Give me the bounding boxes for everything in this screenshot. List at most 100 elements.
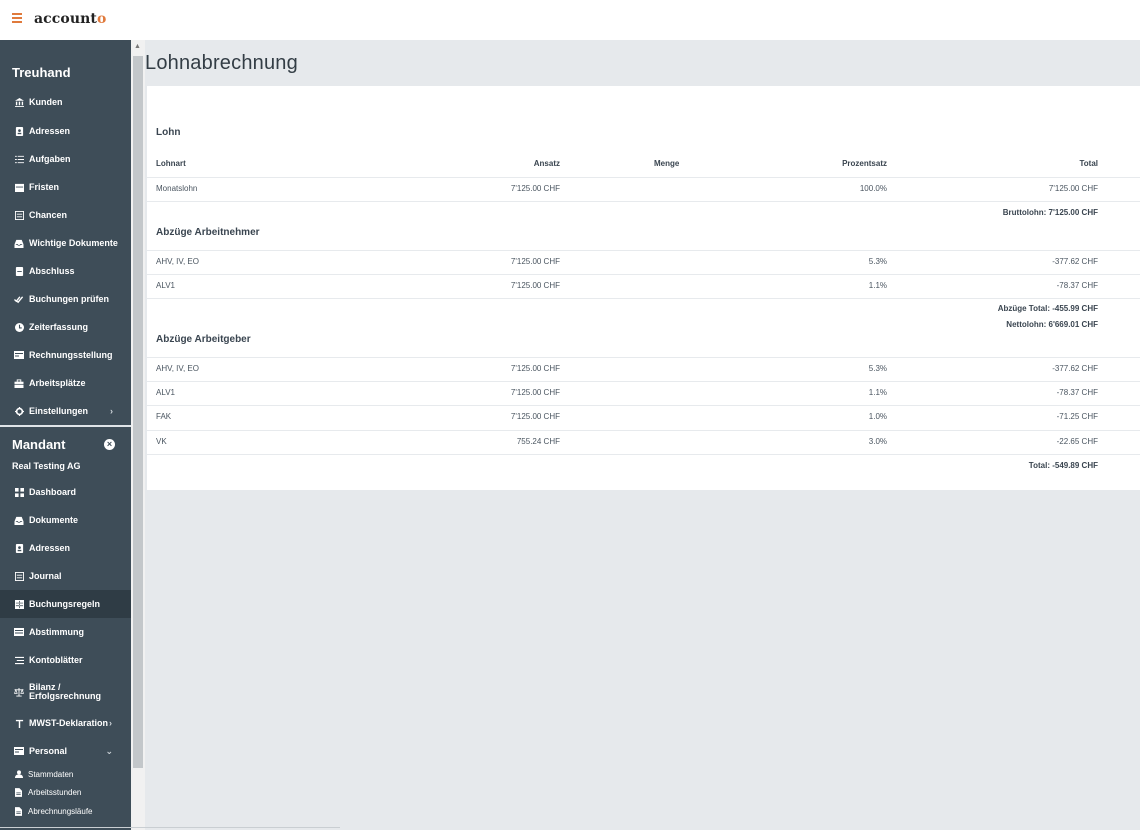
logo-text: account bbox=[34, 11, 97, 27]
cell-lohnart: ALV1 bbox=[156, 281, 175, 290]
horizontal-scrollbar[interactable] bbox=[0, 827, 340, 828]
sidebar-item-chancen[interactable]: Chancen bbox=[0, 201, 131, 229]
scroll-up-arrow-icon[interactable]: ▲ bbox=[134, 43, 141, 50]
row-divider bbox=[147, 250, 1140, 251]
cell-ansatz: 7'125.00 CHF bbox=[510, 257, 560, 266]
sidebar-item-mwst-deklaration[interactable]: MWST-Deklaration › bbox=[0, 709, 131, 737]
summary-bruttolohn: Bruttolohn: 7'125.00 CHF bbox=[1002, 208, 1098, 217]
row-divider bbox=[147, 381, 1140, 382]
sidebar-subitem-label: Abrechnungsläufe bbox=[28, 806, 93, 816]
sidebar-item-einstellungen[interactable]: Einstellungen › bbox=[0, 397, 131, 425]
column-header-lohnart: Lohnart bbox=[156, 159, 186, 168]
rules-table-icon bbox=[14, 599, 24, 609]
section-title-arbeitnehmer: Abzüge Arbeitnehmer bbox=[156, 227, 260, 238]
app-logo[interactable]: accounto bbox=[34, 11, 106, 27]
top-bar: accounto bbox=[0, 0, 1140, 40]
cell-prozentsatz: 100.0% bbox=[859, 184, 887, 193]
personnel-icon bbox=[14, 746, 24, 756]
sidebar-item-label: Journal bbox=[29, 571, 62, 581]
tax-icon bbox=[14, 718, 24, 728]
column-header-menge: Menge bbox=[654, 159, 680, 168]
sidebar-item-adressen[interactable]: Adressen bbox=[0, 117, 131, 145]
cell-lohnart: FAK bbox=[156, 412, 172, 421]
sidebar-item-journal[interactable]: Journal bbox=[0, 562, 131, 590]
cell-ansatz: 7'125.00 CHF bbox=[510, 184, 560, 193]
sidebar-item-label: Aufgaben bbox=[29, 154, 71, 164]
sidebar-item-dokumente[interactable]: Dokumente bbox=[0, 506, 131, 534]
sidebar-item-label: Arbeitsplätze bbox=[29, 378, 86, 388]
scrollbar-thumb[interactable] bbox=[133, 56, 143, 768]
archive-icon bbox=[14, 266, 24, 276]
row-divider bbox=[147, 405, 1140, 406]
column-header-prozentsatz: Prozentsatz bbox=[842, 159, 887, 168]
sidebar-item-buchungsregeln[interactable]: Buchungsregeln bbox=[0, 590, 131, 618]
sidebar-subitem-label: Stammdaten bbox=[28, 769, 74, 779]
sidebar-item-label: Chancen bbox=[29, 210, 68, 220]
sidebar-item-label: Personal bbox=[29, 746, 68, 756]
dashboard-icon bbox=[14, 487, 24, 497]
page-title: Lohnabrechnung bbox=[145, 52, 298, 74]
chevron-down-icon: ⌄ bbox=[105, 745, 113, 756]
task-list-icon bbox=[14, 154, 24, 164]
row-divider bbox=[147, 430, 1140, 431]
sidebar-item-wichtige-dokumente[interactable]: Wichtige Dokumente bbox=[0, 229, 131, 257]
sidebar-item-aufgaben[interactable]: Aufgaben bbox=[0, 145, 131, 173]
chevron-right-icon: › bbox=[110, 406, 113, 416]
sidebar-item-zeiterfassung[interactable]: Zeiterfassung bbox=[0, 313, 131, 341]
sidebar-item-label: Adressen bbox=[29, 126, 71, 136]
sidebar-subitem-abrechnungslaeufe[interactable]: Abrechnungsläufe bbox=[0, 802, 131, 820]
address-book-icon bbox=[14, 126, 24, 136]
hamburger-menu-icon[interactable] bbox=[12, 13, 22, 23]
cell-lohnart: Monatslohn bbox=[156, 184, 198, 193]
sidebar-item-arbeitsplaetze[interactable]: Arbeitsplätze bbox=[0, 369, 131, 397]
close-mandant-icon[interactable]: × bbox=[104, 439, 115, 450]
check-double-icon bbox=[14, 294, 24, 304]
inbox-icon bbox=[14, 515, 24, 525]
cell-prozentsatz: 5.3% bbox=[868, 257, 887, 266]
sidebar-item-label: Adressen bbox=[29, 543, 71, 553]
sidebar-item-kontoblaetter[interactable]: Kontoblätter bbox=[0, 646, 131, 674]
inbox-icon bbox=[14, 238, 24, 248]
row-divider bbox=[147, 298, 1140, 299]
cell-ansatz: 7'125.00 CHF bbox=[510, 364, 560, 373]
sidebar-subitem-stammdaten[interactable]: Stammdaten bbox=[0, 765, 131, 783]
cell-ansatz: 7'125.00 CHF bbox=[510, 412, 560, 421]
reconcile-icon bbox=[14, 627, 24, 637]
cell-total: 7'125.00 CHF bbox=[1048, 184, 1098, 193]
row-divider bbox=[147, 357, 1140, 358]
sidebar-item-buchungen-pruefen[interactable]: Buchungen prüfen bbox=[0, 285, 131, 313]
sidebar-item-label: Abschluss bbox=[29, 266, 75, 276]
column-header-total: Total bbox=[1079, 159, 1098, 168]
sidebar-item-personal[interactable]: Personal ⌄ bbox=[0, 737, 131, 765]
cell-prozentsatz: 1.1% bbox=[868, 281, 887, 290]
document-icon bbox=[14, 787, 23, 797]
sidebar-item-abschluss[interactable]: Abschluss bbox=[0, 257, 131, 285]
sidebar-item-fristen[interactable]: Fristen bbox=[0, 173, 131, 201]
cell-total: -78.37 CHF bbox=[1056, 281, 1098, 290]
sidebar-item-adressen-mandant[interactable]: Adressen bbox=[0, 534, 131, 562]
cell-prozentsatz: 1.1% bbox=[868, 388, 887, 397]
journal-icon bbox=[14, 571, 24, 581]
sidebar-item-abstimmung[interactable]: Abstimmung bbox=[0, 618, 131, 646]
sidebar-item-dashboard[interactable]: Dashboard bbox=[0, 478, 131, 506]
cell-total: -71.25 CHF bbox=[1056, 412, 1098, 421]
sidebar-item-label: Kontoblätter bbox=[29, 655, 83, 665]
sidebar-item-label: Zeiterfassung bbox=[29, 322, 89, 332]
ledger-icon bbox=[14, 655, 24, 665]
sidebar-item-label: Kunden bbox=[29, 97, 63, 107]
sidebar-subitem-arbeitsstunden[interactable]: Arbeitsstunden bbox=[0, 783, 131, 801]
cell-prozentsatz: 3.0% bbox=[868, 437, 887, 446]
cell-ansatz: 755.24 CHF bbox=[516, 437, 560, 446]
section-title-lohn: Lohn bbox=[156, 127, 181, 138]
sidebar-item-rechnungsstellung[interactable]: Rechnungsstellung bbox=[0, 341, 131, 369]
sidebar-item-kunden[interactable]: Kunden bbox=[0, 88, 131, 116]
user-icon bbox=[14, 770, 23, 779]
invoice-icon bbox=[14, 350, 24, 360]
address-book-icon bbox=[14, 543, 24, 553]
sidebar-item-label: Rechnungsstellung bbox=[29, 350, 113, 360]
cell-prozentsatz: 5.3% bbox=[868, 364, 887, 373]
sidebar-item-bilanz[interactable]: Bilanz / Erfolgsrechnung bbox=[0, 674, 131, 710]
balance-scale-icon bbox=[14, 687, 24, 697]
summary-nettolohn: Nettolohn: 6'669.01 CHF bbox=[1006, 320, 1098, 329]
sidebar-item-label: Wichtige Dokumente bbox=[29, 238, 118, 248]
